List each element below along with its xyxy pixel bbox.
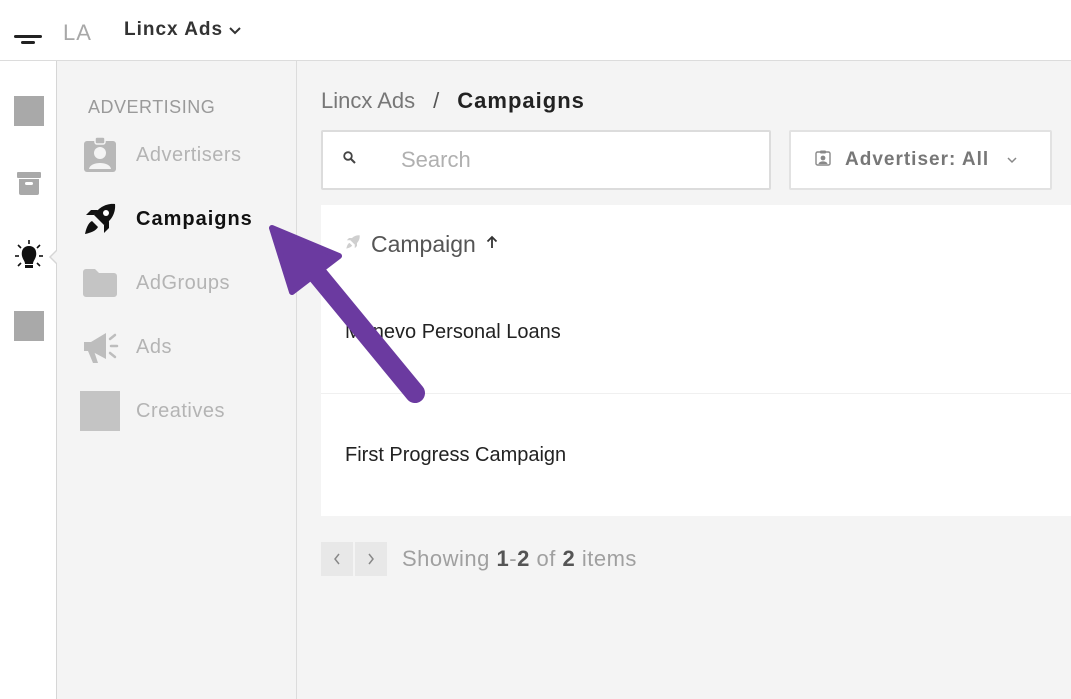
rocket-icon <box>80 199 120 239</box>
pagination-summary: Showing 1-2 of 2 items <box>402 546 637 572</box>
sidebar-heading: ADVERTISING <box>88 97 216 117</box>
icon-rail <box>0 61 57 699</box>
items-label: items <box>581 546 637 571</box>
sidebar-item-adgroups[interactable]: AdGroups <box>80 261 290 305</box>
square-icon <box>14 96 44 126</box>
rail-item-square-2[interactable] <box>14 311 44 341</box>
table-row[interactable]: First Progress Campaign <box>321 394 1071 516</box>
lightbulb-icon <box>15 240 43 268</box>
breadcrumb-separator: / <box>433 88 440 113</box>
pagination: Showing 1-2 of 2 items <box>321 542 637 576</box>
rail-item-box[interactable] <box>14 168 44 198</box>
search-input[interactable] <box>401 147 741 173</box>
sidebar-item-label: Advertisers <box>136 143 242 166</box>
hamburger-icon[interactable] <box>14 34 42 44</box>
sidebar-item-label: Ads <box>136 335 172 358</box>
sidebar-item-campaigns[interactable]: Campaigns <box>80 197 290 241</box>
sidebar-item-creatives[interactable]: Creatives <box>80 389 290 433</box>
contact-card-icon <box>80 135 120 175</box>
range-start: 1 <box>496 546 510 571</box>
top-bar: LA Lincx Ads <box>0 0 1071 61</box>
chevron-right-icon <box>368 553 374 565</box>
campaign-name: Monevo Personal Loans <box>345 321 561 343</box>
megaphone-icon <box>80 327 120 367</box>
table-row[interactable]: Monevo Personal Loans <box>321 272 1071 394</box>
app-switcher[interactable]: Lincx Ads <box>124 19 241 41</box>
sidebar: ADVERTISING Advertisers Campaigns AdGrou… <box>57 61 297 699</box>
sidebar-item-advertisers[interactable]: Advertisers <box>80 133 290 177</box>
campaign-table: Campaign Monevo Personal Loans First Pro… <box>321 205 1071 516</box>
range-separator: - <box>509 546 518 571</box>
total-count: 2 <box>562 546 576 571</box>
app-name: Lincx Ads <box>124 19 224 40</box>
breadcrumb-root[interactable]: Lincx Ads <box>321 88 415 114</box>
folder-icon <box>80 263 120 303</box>
sidebar-item-label: AdGroups <box>136 271 231 294</box>
prev-page-button[interactable] <box>321 542 353 576</box>
rail-item-square-1[interactable] <box>14 96 44 126</box>
sidebar-item-label: Campaigns <box>136 207 253 230</box>
search-box <box>321 130 771 190</box>
page-title: Campaigns <box>457 88 585 113</box>
sort-ascending-icon[interactable] <box>486 235 498 254</box>
chevron-down-icon <box>229 19 241 41</box>
logo-initials: LA <box>63 20 92 45</box>
next-page-button[interactable] <box>355 542 387 576</box>
showing-label: Showing <box>402 546 490 571</box>
column-header-campaign[interactable]: Campaign <box>371 231 476 258</box>
box-icon <box>17 172 41 195</box>
active-caret <box>49 249 58 265</box>
filter-label: Advertiser: All <box>845 149 990 170</box>
chevron-left-icon <box>334 553 340 565</box>
rail-item-lightbulb[interactable] <box>14 239 44 269</box>
search-icon <box>343 151 359 169</box>
range-end: 2 <box>517 546 530 571</box>
square-icon <box>80 391 120 431</box>
advertiser-filter-dropdown[interactable]: Advertiser: All <box>789 130 1052 190</box>
chevron-down-icon <box>1007 151 1017 169</box>
sidebar-item-label: Creatives <box>136 399 225 422</box>
breadcrumb: Lincx Ads / Campaigns <box>321 88 585 114</box>
sidebar-item-ads[interactable]: Ads <box>80 325 290 369</box>
contact-card-icon <box>815 150 831 171</box>
square-icon <box>14 311 44 341</box>
of-label: of <box>536 546 556 571</box>
campaign-name: First Progress Campaign <box>345 443 567 466</box>
rocket-icon <box>345 234 361 255</box>
main-content: Lincx Ads / Campaigns Advertiser: All <box>297 61 1071 699</box>
